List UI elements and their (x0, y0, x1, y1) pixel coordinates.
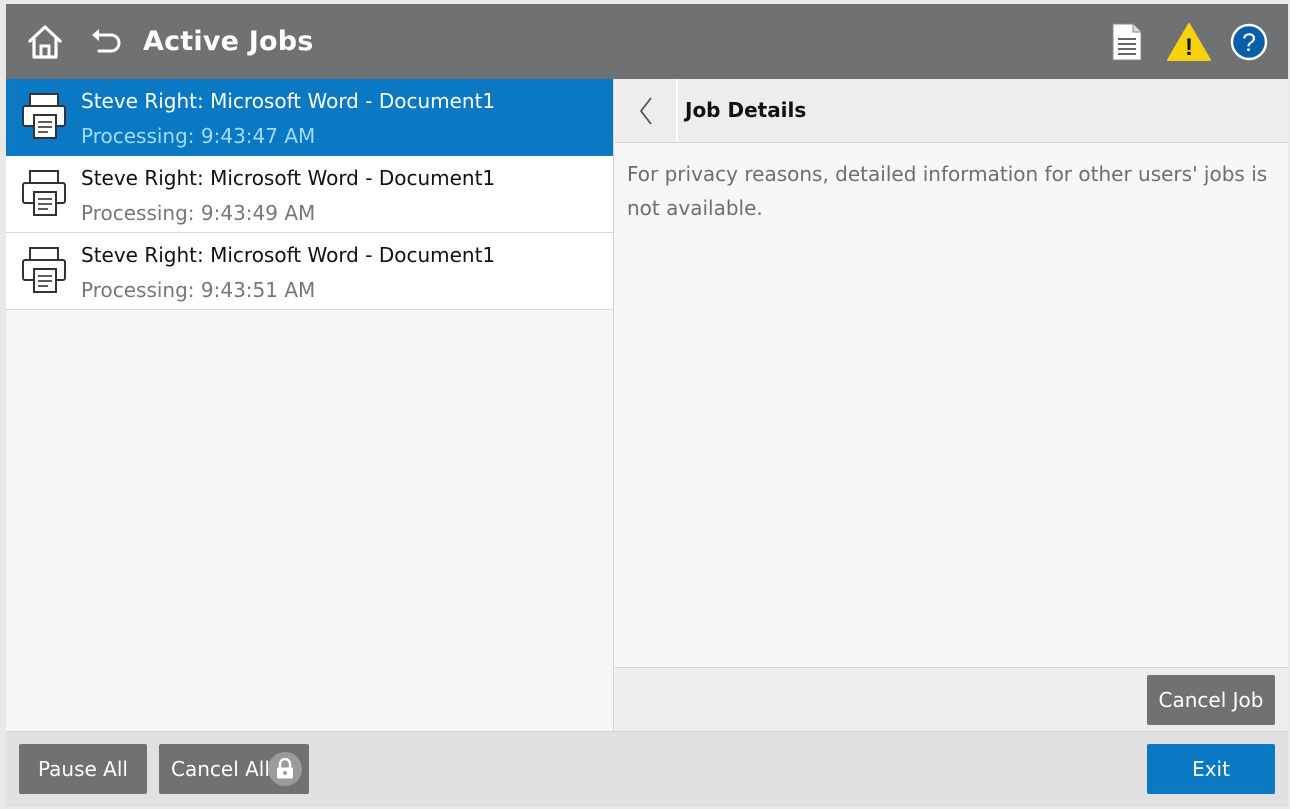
job-status: Processing: 9:43:49 AM (81, 201, 316, 225)
warning-button[interactable]: ! (1164, 4, 1214, 79)
job-row[interactable]: Steve Right: Microsoft Word - Document1 … (6, 233, 613, 310)
cancel-all-button[interactable]: Cancel All (159, 744, 309, 794)
job-log-icon (1112, 23, 1142, 60)
printer-icon (22, 247, 66, 293)
job-name: Steve Right: Microsoft Word - Document1 (81, 243, 496, 267)
page-title: Active Jobs (143, 26, 314, 57)
job-log-button[interactable] (1106, 4, 1148, 79)
privacy-message: For privacy reasons, detailed informatio… (627, 162, 1268, 220)
pause-all-button[interactable]: Pause All (19, 744, 147, 794)
cancel-job-button[interactable]: Cancel Job (1147, 675, 1275, 725)
job-details-footer: Cancel Job (615, 667, 1288, 731)
help-button[interactable]: ? (1226, 4, 1272, 79)
svg-text:!: ! (1185, 34, 1193, 61)
job-details-header: Job Details (615, 79, 1288, 143)
lock-icon (268, 752, 302, 786)
help-icon: ? (1230, 23, 1268, 60)
job-row[interactable]: Steve Right: Microsoft Word - Document1 … (6, 156, 613, 233)
job-row[interactable]: Steve Right: Microsoft Word - Document1 … (6, 79, 613, 156)
cancel-all-label: Cancel All (171, 757, 270, 781)
header-bar: Active Jobs ! ? (6, 4, 1288, 79)
job-list: Steve Right: Microsoft Word - Document1 … (6, 79, 614, 731)
job-details-panel: Job Details For privacy reasons, detaile… (615, 79, 1288, 731)
job-name: Steve Right: Microsoft Word - Document1 (81, 166, 496, 190)
printer-icon (22, 93, 66, 139)
collapse-details-button[interactable] (615, 79, 678, 142)
job-status: Processing: 9:43:51 AM (81, 278, 316, 302)
bottom-action-bar: Pause All Cancel All Exit (6, 731, 1288, 807)
home-button[interactable] (20, 4, 70, 79)
job-status: Processing: 9:43:47 AM (81, 124, 316, 148)
active-jobs-screen: Active Jobs ! ? Steve Right: Microsoft W… (6, 4, 1288, 807)
home-icon (28, 24, 62, 59)
job-name: Steve Right: Microsoft Word - Document1 (81, 89, 496, 113)
job-details-title: Job Details (685, 98, 807, 122)
back-button[interactable] (84, 4, 130, 79)
svg-text:?: ? (1242, 29, 1256, 57)
chevron-left-icon (639, 96, 652, 125)
printer-icon (22, 170, 66, 216)
back-icon (92, 28, 121, 52)
exit-button[interactable]: Exit (1147, 744, 1275, 794)
warning-icon: ! (1167, 22, 1211, 61)
